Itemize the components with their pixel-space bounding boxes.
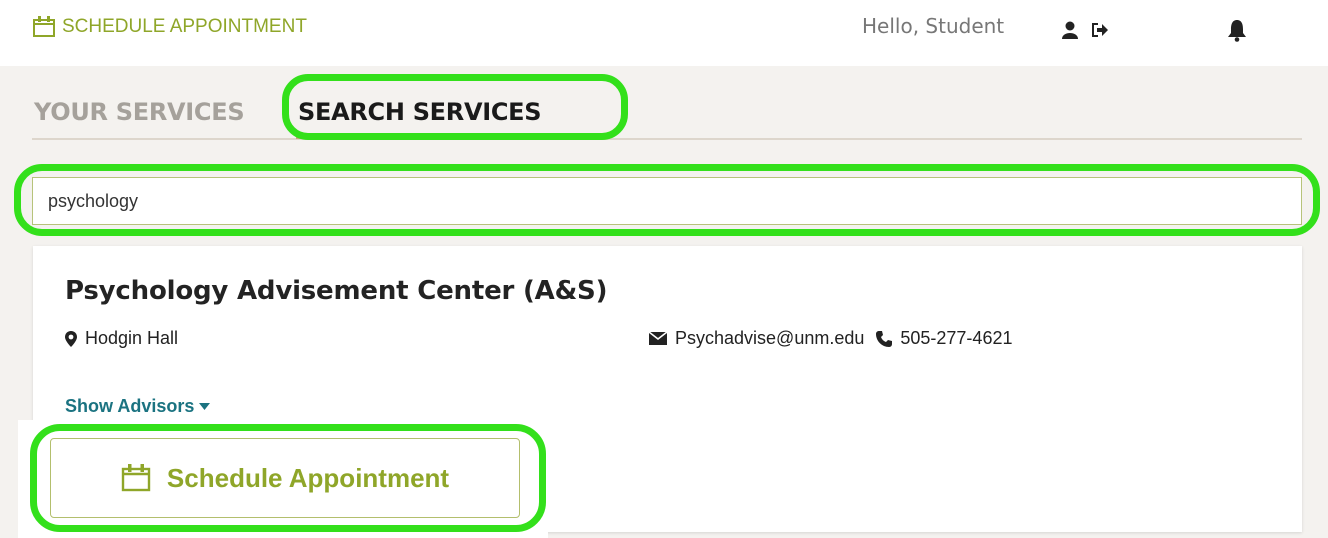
schedule-button-label: Schedule Appointment (166, 462, 450, 493)
tab-your-services[interactable]: YOUR SERVICES (34, 98, 245, 126)
active-tab-indicator (296, 136, 566, 139)
schedule-appointment-button[interactable]: Schedule Appointment (50, 438, 520, 518)
tab-search-services[interactable]: SEARCH SERVICES (298, 98, 542, 126)
schedule-appointment-link[interactable]: SCHEDULE APPOINTMENT (32, 16, 307, 38)
envelope-icon (649, 332, 667, 345)
show-advisors-toggle[interactable]: Show Advisors (65, 396, 211, 417)
bell-icon[interactable] (1227, 18, 1247, 42)
service-title: Psychology Advisement Center (A&S) (65, 276, 608, 306)
map-marker-icon (65, 330, 77, 347)
user-icon[interactable] (1062, 21, 1078, 39)
show-advisors-label: Show Advisors (65, 396, 195, 416)
search-input[interactable] (32, 177, 1302, 225)
caret-down-icon (199, 403, 211, 410)
sign-out-icon[interactable] (1091, 22, 1109, 38)
location-text: Hodgin Hall (85, 328, 179, 348)
contact-row: Psychadvise@unm.edu 505-277-4621 (649, 328, 1012, 349)
email-link[interactable]: Psychadvise@unm.edu (675, 328, 864, 349)
greeting-text: Hello, Student (862, 14, 1005, 38)
phone-icon (876, 330, 893, 347)
service-tabs: YOUR SERVICES SEARCH SERVICES (32, 84, 1302, 140)
location-row: Hodgin Hall (65, 328, 178, 349)
calendar-icon (121, 464, 151, 492)
phone-number[interactable]: 505-277-4621 (900, 328, 1012, 349)
top-bar: SCHEDULE APPOINTMENT Hello, Student (0, 0, 1328, 66)
brand-label: SCHEDULE APPOINTMENT (62, 16, 307, 37)
calendar-icon (33, 16, 55, 37)
